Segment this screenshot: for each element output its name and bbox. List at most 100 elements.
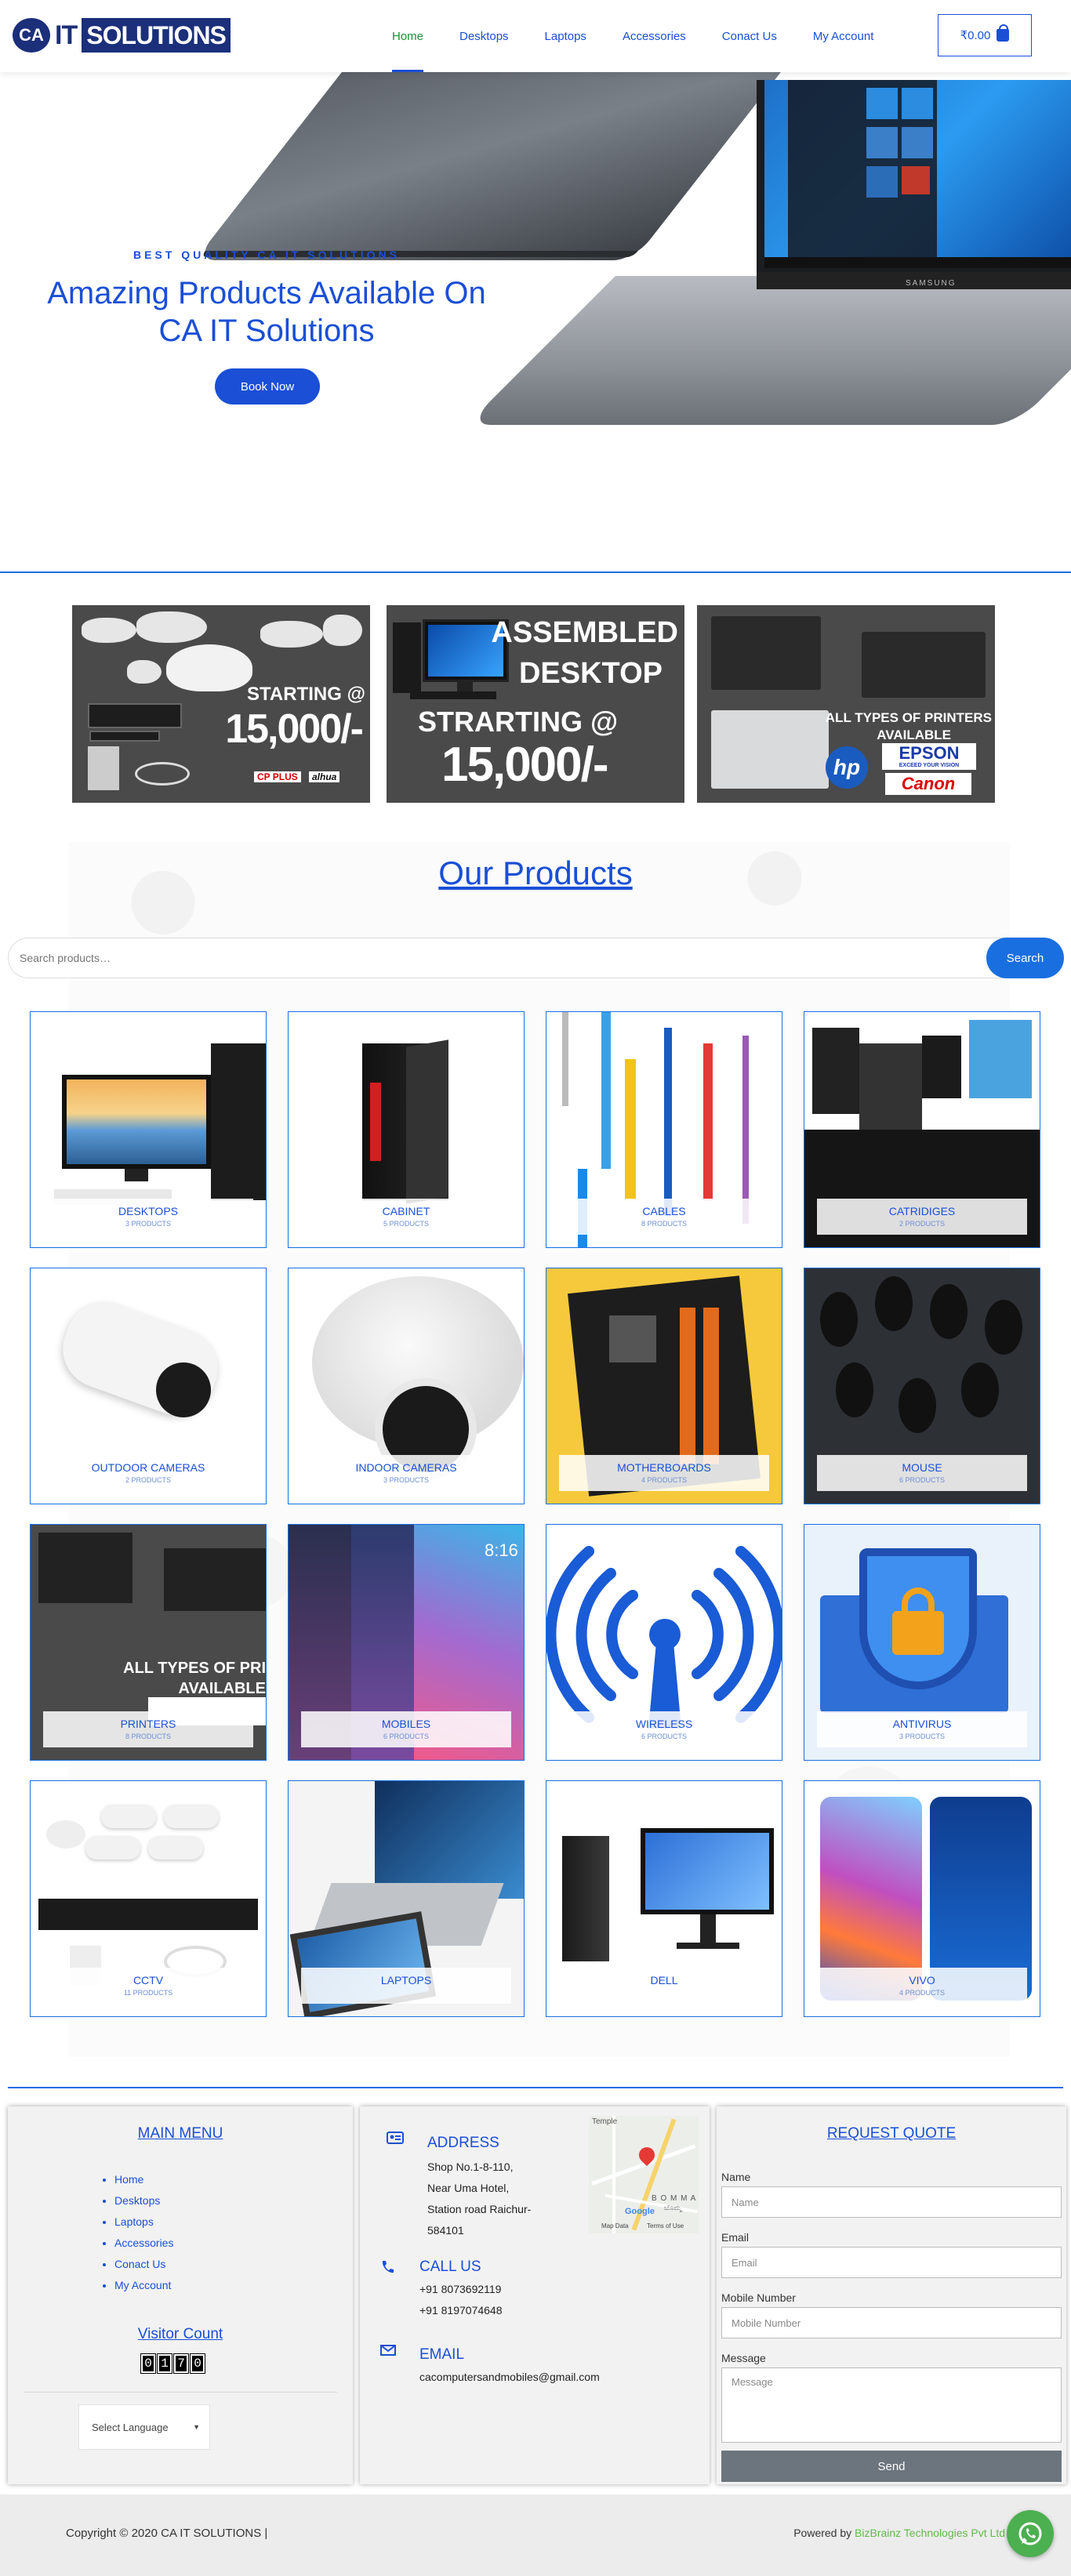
nav-desktops[interactable]: Desktops — [459, 0, 509, 72]
category-count: 8 PRODUCTS — [125, 1732, 171, 1740]
cctv-banner-line-1: STARTING @ — [247, 684, 365, 705]
category-caption: CCTV 11 PRODUCTS — [43, 1968, 253, 2004]
category-card-cables[interactable]: CABLES 8 PRODUCTS — [546, 1011, 782, 1248]
address-line: 584101 — [427, 2224, 464, 2237]
desktop-banner-line-2: DESKTOP — [518, 657, 663, 690]
phone-number[interactable]: +91 8073692119 — [419, 2279, 503, 2300]
nav-my-account[interactable]: My Account — [813, 0, 874, 72]
category-card-wireless[interactable]: WIRELESS 6 PRODUCTS — [546, 1524, 782, 1761]
category-caption: OUTDOOR CAMERAS 2 PRODUCTS — [43, 1455, 253, 1491]
map-terms-link[interactable]: Terms of Use — [647, 2222, 684, 2230]
category-card-cctv[interactable]: CCTV 11 PRODUCTS — [30, 1780, 267, 2017]
category-count: 6 PRODUCTS — [899, 1476, 945, 1484]
address-line: Shop No.1-8-110, — [427, 2161, 514, 2173]
send-button[interactable]: Send — [721, 2451, 1062, 2482]
nav-contact-us[interactable]: Conact Us — [722, 0, 777, 72]
category-card-vivo[interactable]: VIVO 4 PRODUCTS — [804, 1780, 1040, 2017]
category-name: PRINTERS — [120, 1718, 176, 1730]
map-data-link[interactable]: Map Data — [601, 2222, 629, 2230]
category-count: 6 PRODUCTS — [641, 1732, 687, 1740]
category-card-cabinet[interactable]: CABINET 5 PRODUCTS — [288, 1011, 525, 1248]
category-caption: MOBILES 6 PRODUCTS — [301, 1711, 511, 1747]
category-caption: CATRIDIGES 2 PRODUCTS — [817, 1199, 1027, 1235]
desktop-banner-line-1: ASSEMBLED — [491, 616, 678, 649]
main-menu-title: MAIN MENU — [137, 2125, 223, 2142]
shopping-bag-icon — [997, 24, 1010, 42]
category-card-indoor-cameras[interactable]: INDOOR CAMERAS 3 PRODUCTS — [288, 1268, 525, 1504]
category-card-mobiles[interactable]: 8:16 MOBILES 6 PRODUCTS — [288, 1524, 525, 1761]
language-select-value: Select Language — [92, 2421, 169, 2433]
phone-icon — [382, 2261, 394, 2273]
category-card-motherboards[interactable]: MOTHERBOARDS 4 PRODUCTS — [546, 1268, 782, 1504]
cart-button[interactable]: ₹0.00 — [938, 14, 1032, 56]
nav-home[interactable]: Home — [392, 0, 424, 72]
address-line: Near Uma Hotel, — [427, 2182, 510, 2194]
category-card-laptops[interactable]: LAPTOPS — [288, 1780, 525, 2017]
search-button[interactable]: Search — [986, 938, 1064, 978]
footer-menu-item[interactable]: Home — [114, 2169, 173, 2190]
language-select[interactable]: Select Language ▼ — [78, 2404, 210, 2450]
category-count: 11 PRODUCTS — [123, 1989, 173, 1997]
address-card-icon — [387, 2132, 404, 2144]
nav-laptops[interactable]: Laptops — [545, 0, 586, 72]
footer-menu-item[interactable]: Accessories — [114, 2233, 173, 2254]
category-card-desktops[interactable]: DESKTOPS 3 PRODUCTS — [30, 1011, 267, 1248]
footer-menu-item[interactable]: Laptops — [114, 2211, 173, 2233]
message-field[interactable]: Message — [721, 2367, 1062, 2443]
location-map[interactable]: Temple B O M M A ಬೊಮ್ಮ Google Map Data T… — [589, 2116, 699, 2233]
category-card-catridiges[interactable]: CATRIDIGES 2 PRODUCTS — [804, 1011, 1040, 1248]
phone-clock: 8:16 — [485, 1540, 518, 1560]
category-card-outdoor-cameras[interactable]: OUTDOOR CAMERAS 2 PRODUCTS — [30, 1268, 267, 1504]
powered-by: Powered by BizBrainz Technologies Pvt Lt… — [793, 2527, 1005, 2539]
powered-by-link[interactable]: BizBrainz Technologies Pvt Ltd — [855, 2527, 1005, 2539]
phone-number[interactable]: +91 8197074648 — [419, 2300, 503, 2321]
category-count: 3 PRODUCTS — [899, 1732, 945, 1740]
logo-word-solutions: SOLUTIONS — [82, 18, 231, 53]
category-count: 4 PRODUCTS — [899, 1989, 945, 1997]
category-caption: CABLES 8 PRODUCTS — [559, 1199, 769, 1235]
counter-digit: 7 — [173, 2353, 189, 2374]
category-card-antivirus[interactable]: ANTIVIRUS 3 PRODUCTS — [804, 1524, 1040, 1761]
chevron-down-icon: ▼ — [193, 2423, 200, 2431]
visitor-counter: 0 1 7 0 — [140, 2353, 205, 2374]
cctv-banner-line-2: 15,000/- — [225, 706, 364, 752]
category-caption: MOTHERBOARDS 4 PRODUCTS — [559, 1455, 769, 1491]
whatsapp-icon — [1018, 2522, 1042, 2545]
footer-menu-item[interactable]: Conact Us — [114, 2254, 173, 2275]
category-card-dell[interactable]: DELL — [546, 1780, 782, 2017]
desktop-offer-banner[interactable]: ASSEMBLED DESKTOP STRARTING @ 15,000/- — [387, 605, 684, 803]
category-count: 5 PRODUCTS — [383, 1220, 429, 1228]
counter-digit: 1 — [157, 2353, 172, 2374]
address-lines: Shop No.1-8-110, Near Uma Hotel, Station… — [427, 2157, 531, 2241]
site-logo[interactable]: CA IT SOLUTIONS — [13, 17, 231, 53]
category-name: CABLES — [642, 1205, 686, 1217]
footer-contact-panel: ADDRESS Shop No.1-8-110, Near Uma Hotel,… — [360, 2106, 710, 2484]
section-divider — [0, 571, 1071, 573]
category-caption: CABINET 5 PRODUCTS — [301, 1199, 511, 1235]
address-title: ADDRESS — [427, 2135, 499, 2151]
email-address[interactable]: cacomputersandmobiles@gmail.com — [419, 2367, 600, 2388]
dahua-logo: alhua — [309, 771, 340, 782]
book-now-button[interactable]: Book Now — [215, 368, 320, 405]
category-name: MOBILES — [381, 1718, 431, 1730]
cctv-offer-banner[interactable]: STARTING @ 15,000/- CP PLUS alhua — [72, 605, 370, 803]
address-line: Station road Raichur- — [427, 2203, 532, 2215]
powered-by-prefix: Powered by — [793, 2527, 855, 2539]
category-card-mouse[interactable]: MOUSE 6 PRODUCTS — [804, 1268, 1040, 1504]
category-count: 3 PRODUCTS — [125, 1220, 171, 1228]
category-name: DESKTOPS — [118, 1205, 178, 1217]
name-field[interactable]: Name — [721, 2186, 1062, 2218]
whatsapp-button[interactable] — [1007, 2510, 1054, 2557]
category-name: MOUSE — [902, 1461, 942, 1474]
category-card-printers[interactable]: ALL TYPES OF PRI AVAILABLE PRINTERS 8 PR… — [30, 1524, 267, 1761]
product-search-input[interactable] — [8, 938, 1004, 978]
category-caption: WIRELESS 6 PRODUCTS — [559, 1711, 769, 1747]
email-field[interactable]: Email — [721, 2247, 1062, 2278]
mobile-field[interactable]: Mobile Number — [721, 2307, 1062, 2338]
printers-offer-banner[interactable]: ALL TYPES OF PRINTERS AVAILABLE hp EPSON… — [697, 605, 995, 803]
footer-menu-item[interactable]: Desktops — [114, 2190, 173, 2211]
nav-accessories[interactable]: Accessories — [623, 0, 686, 72]
cart-total: ₹0.00 — [960, 29, 991, 42]
footer-menu-item[interactable]: My Account — [114, 2275, 173, 2296]
hero-title-line-2: CA IT Solutions — [158, 314, 375, 348]
